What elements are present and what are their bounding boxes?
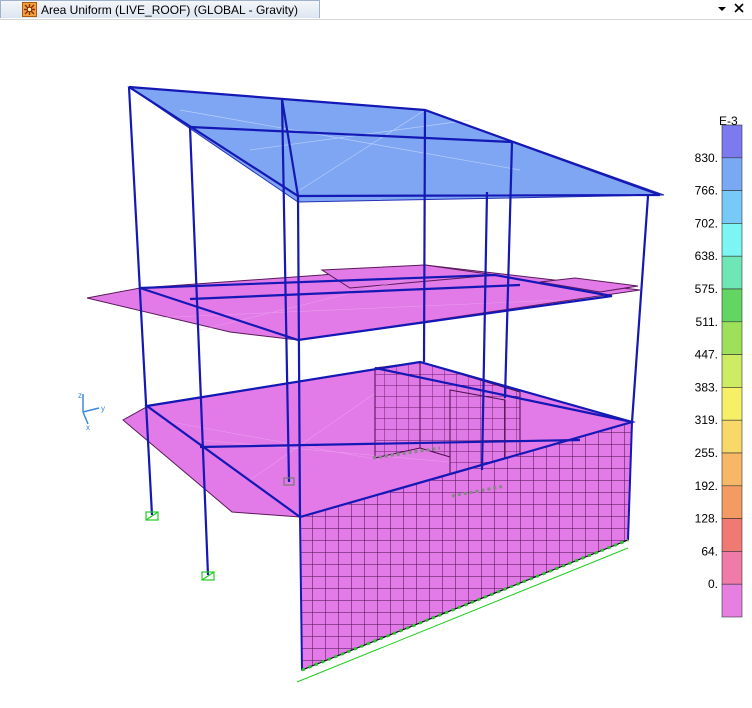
legend-label: 0. [708, 577, 718, 591]
axis-z-label: z [78, 391, 82, 400]
legend-swatch [721, 157, 743, 191]
level-2-slab [86, 264, 641, 341]
legend-swatch [721, 583, 743, 618]
legend-color-bar [721, 124, 743, 618]
legend-swatch [721, 124, 743, 159]
chevron-down-icon[interactable] [714, 0, 730, 18]
axis-y-label: y [101, 404, 105, 413]
legend-label: 766. [695, 184, 718, 198]
legend-swatch [721, 518, 743, 552]
legend-swatch [721, 223, 743, 257]
contour-legend: E-3 830.766.702.638.575.511.447.383.319.… [695, 114, 743, 618]
legend-label: 64. [701, 544, 718, 558]
window-titlebar: Area Uniform (LIVE_ROOF) (GLOBAL - Gravi… [0, 0, 752, 20]
legend-swatch [721, 288, 743, 323]
legend-labels: 830. 766. 702. 638. 575. 511. 447. 383. 319. 255.… [695, 151, 718, 591]
legend-label: 128. [695, 512, 718, 526]
legend-swatch [721, 321, 743, 355]
legend-swatch [721, 419, 743, 454]
legend-label: 319. [695, 413, 718, 427]
model-viewport[interactable]: z y x E-3 830. 766. 702. 638. 575. 511. 447. 38… [0, 20, 752, 703]
legend-swatch [721, 387, 743, 421]
legend-label: 255. [695, 446, 718, 460]
legend-label: 702. [695, 216, 718, 230]
model-canvas[interactable]: z y x E-3 830.766.702.638.575.511.447.38… [0, 20, 752, 703]
legend-swatch [721, 354, 743, 388]
legend-label: 383. [695, 380, 718, 394]
legend-label: 575. [695, 282, 718, 296]
legend-label: 830. [695, 151, 718, 165]
legend-swatch [721, 452, 743, 487]
app-icon [22, 2, 37, 17]
roof-slab [127, 86, 665, 203]
window-title: Area Uniform (LIVE_ROOF) (GLOBAL - Gravi… [41, 3, 298, 17]
legend-swatch [721, 485, 743, 519]
legend-label: 511. [696, 315, 718, 329]
legend-label: 192. [695, 479, 718, 493]
legend-swatch [721, 255, 743, 290]
axis-x-label: x [86, 423, 90, 432]
legend-swatch [721, 551, 743, 585]
close-icon[interactable] [731, 0, 747, 18]
window-tab[interactable]: Area Uniform (LIVE_ROOF) (GLOBAL - Gravi… [0, 0, 320, 18]
legend-label: 638. [695, 249, 718, 263]
axis-triad: z y x [78, 391, 105, 432]
legend-label: 447. [695, 348, 718, 362]
legend-swatch [721, 190, 743, 224]
